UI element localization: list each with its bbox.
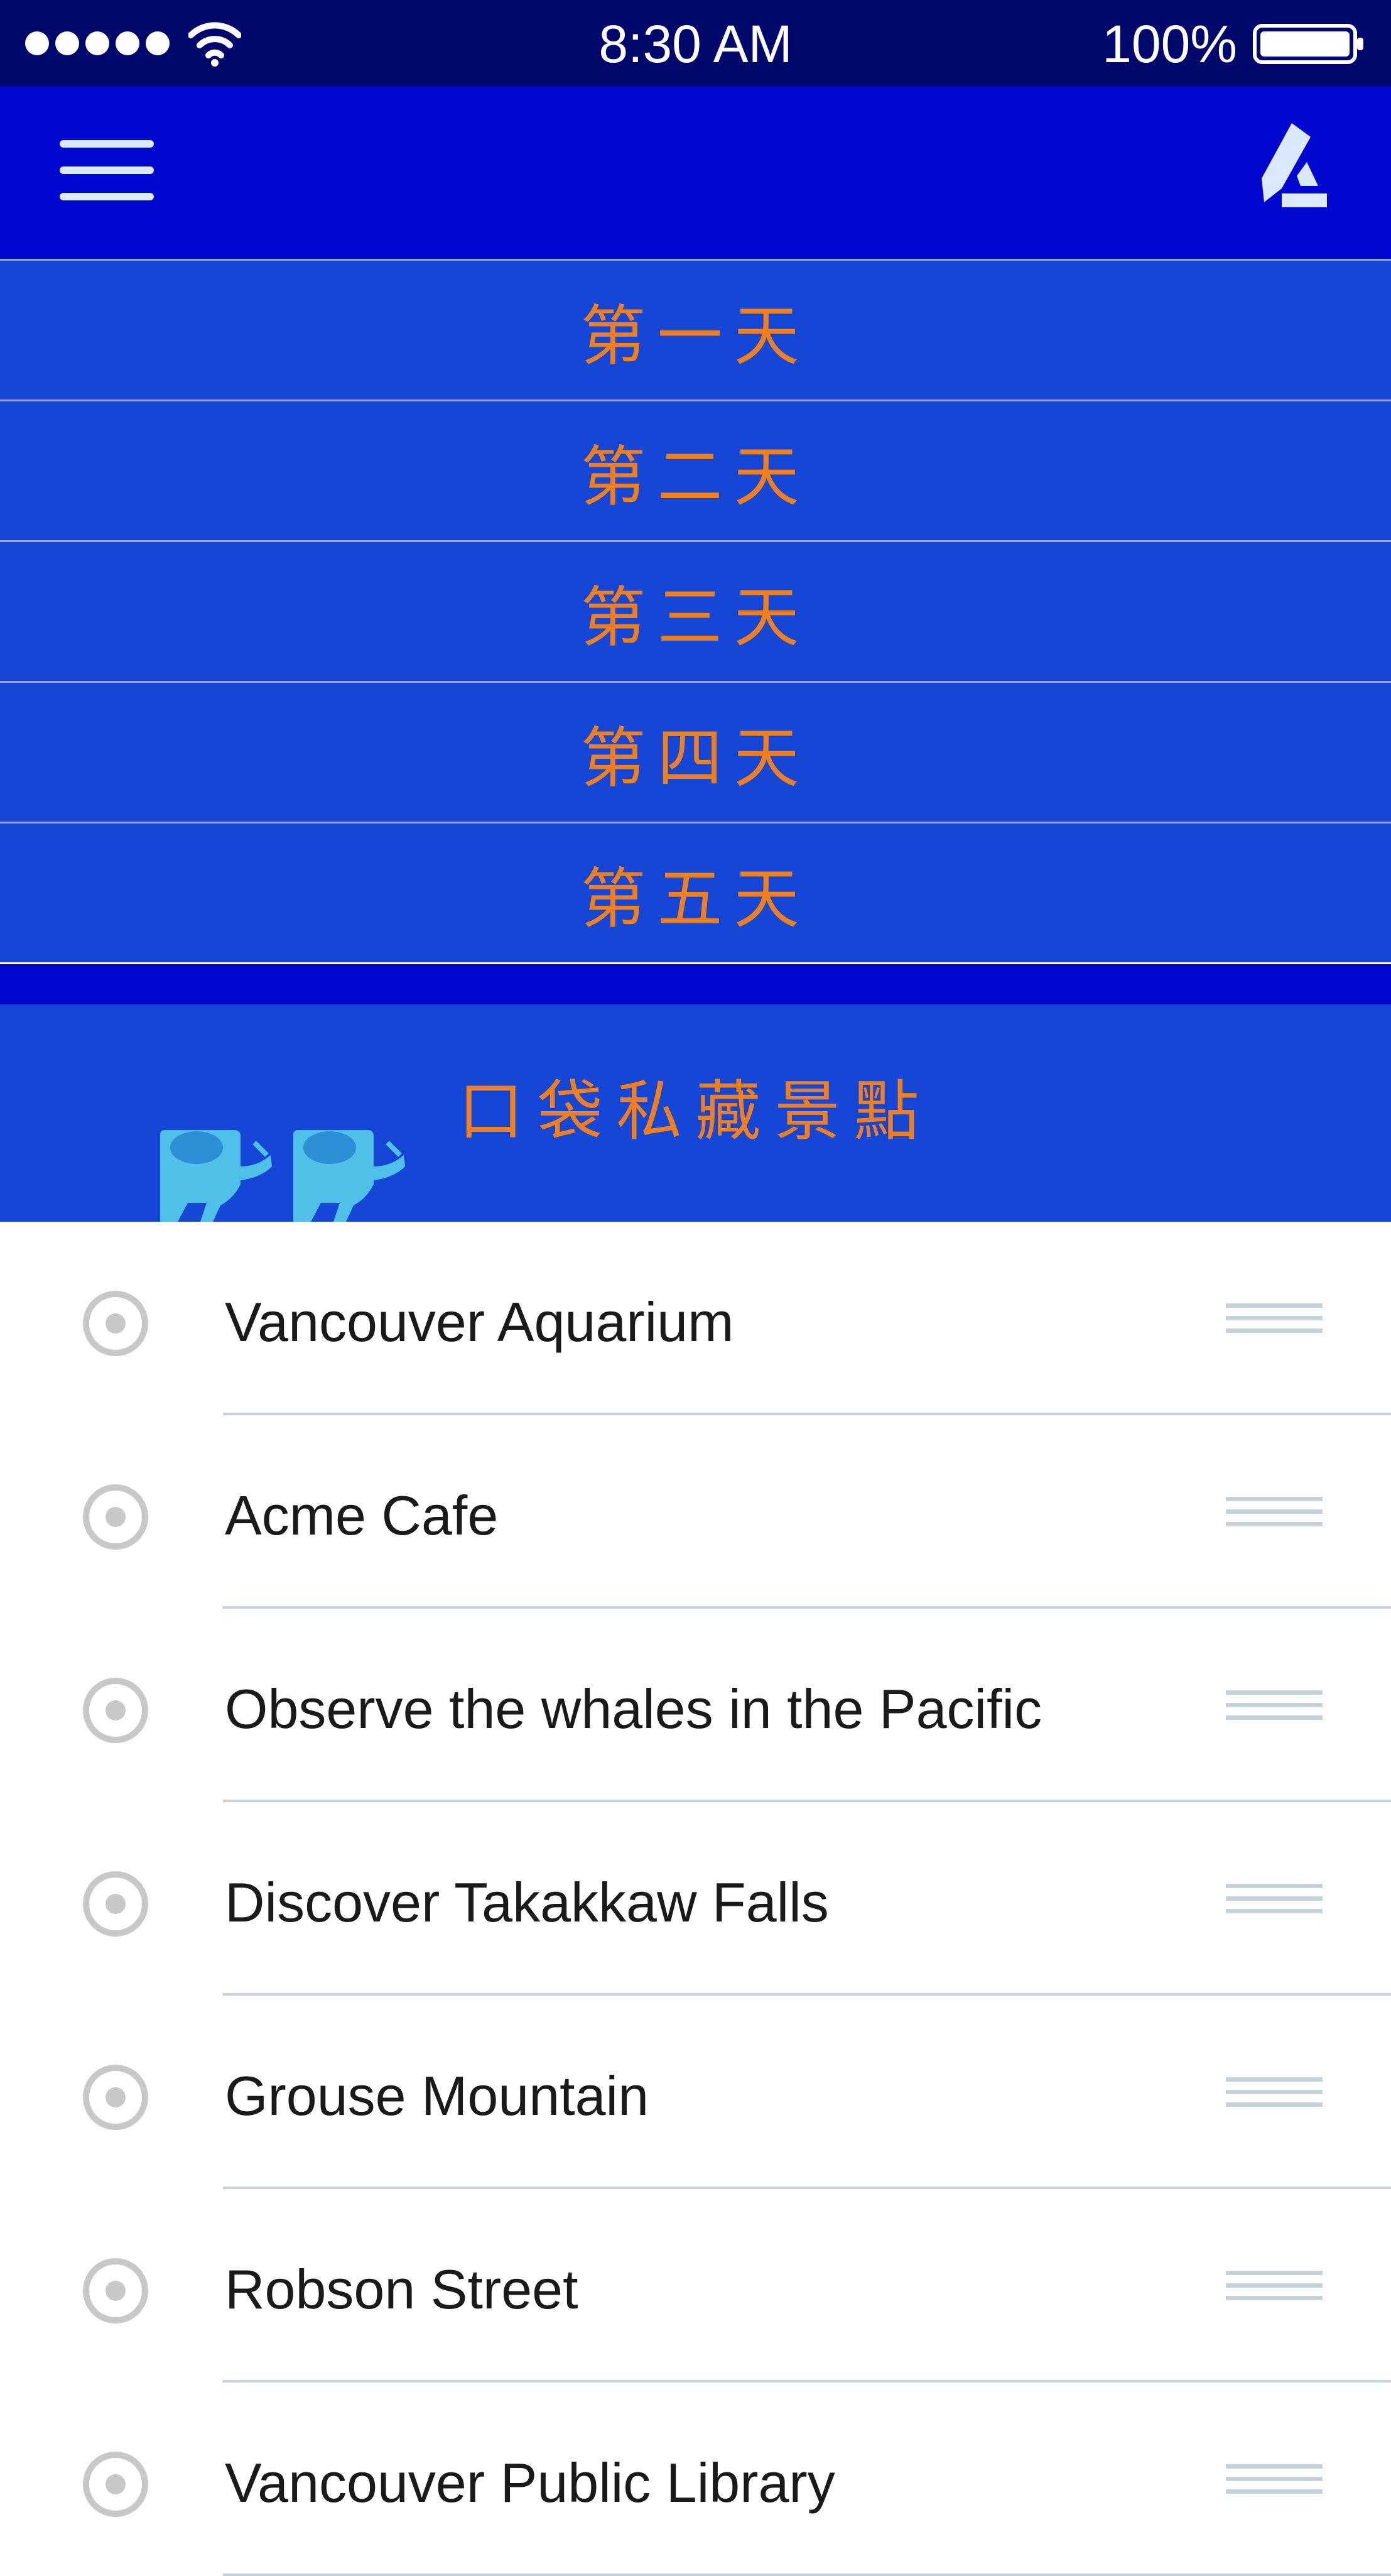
day-list: 第一天 第二天 第三天 第四天 第五天 [0, 259, 1391, 962]
spot-name: Observe the whales in the Pacific [225, 1678, 1042, 1740]
radio-button[interactable] [83, 1291, 148, 1356]
hidden-spots-header[interactable]: 口袋私藏景點 [0, 1004, 1391, 1222]
day-tab-4[interactable]: 第四天 [0, 681, 1391, 822]
spot-name: Robson Street [225, 2258, 578, 2320]
radio-button[interactable] [83, 1871, 148, 1937]
drag-handle-icon[interactable] [1226, 1690, 1323, 1728]
radio-button[interactable] [83, 2452, 148, 2517]
drag-handle-icon[interactable] [1226, 1884, 1323, 1921]
section-separator [0, 964, 1391, 1004]
radio-button[interactable] [83, 2258, 148, 2323]
day-tab-1[interactable]: 第一天 [0, 259, 1391, 399]
drag-handle-icon[interactable] [1226, 2464, 1323, 2502]
status-bar: 8:30 AM 100% [0, 0, 1391, 87]
edit-pen-icon[interactable] [1253, 118, 1334, 219]
drag-handle-icon[interactable] [1226, 1303, 1323, 1341]
list-item[interactable]: Vancouver Aquarium [0, 1222, 1391, 1415]
list-item[interactable]: Observe the whales in the Pacific [0, 1609, 1391, 1802]
list-item[interactable]: Grouse Mountain [0, 1996, 1391, 2189]
nav-bar [0, 87, 1391, 259]
radio-button[interactable] [83, 1678, 148, 1743]
drag-handle-icon[interactable] [1226, 1497, 1323, 1535]
radio-button[interactable] [83, 2065, 148, 2130]
list-item[interactable]: Vancouver Public Library [0, 2383, 1391, 2576]
spot-list: Vancouver Aquarium Acme Cafe Observe the… [0, 1222, 1391, 2576]
row-divider [223, 2573, 1391, 2576]
list-item[interactable]: Robson Street [0, 2189, 1391, 2383]
spot-name: Acme Cafe [225, 1484, 499, 1546]
list-item[interactable]: Discover Takakkaw Falls [0, 1802, 1391, 1996]
hamburger-menu-icon[interactable] [60, 131, 154, 212]
whale-icon [160, 1130, 405, 1222]
drag-handle-icon[interactable] [1226, 2077, 1323, 2115]
spot-name: Grouse Mountain [225, 2065, 649, 2127]
spot-name: Vancouver Public Library [225, 2452, 835, 2514]
radio-button[interactable] [83, 1484, 148, 1550]
drag-handle-icon[interactable] [1226, 2271, 1323, 2308]
spot-name: Discover Takakkaw Falls [225, 1871, 829, 1933]
list-item[interactable]: Acme Cafe [0, 1415, 1391, 1609]
day-tab-3[interactable]: 第三天 [0, 540, 1391, 681]
day-tab-5[interactable]: 第五天 [0, 822, 1391, 962]
battery-percent: 100% [1102, 14, 1237, 73]
spot-name: Vancouver Aquarium [225, 1291, 734, 1353]
battery-icon [1253, 24, 1363, 64]
day-tab-2[interactable]: 第二天 [0, 399, 1391, 540]
